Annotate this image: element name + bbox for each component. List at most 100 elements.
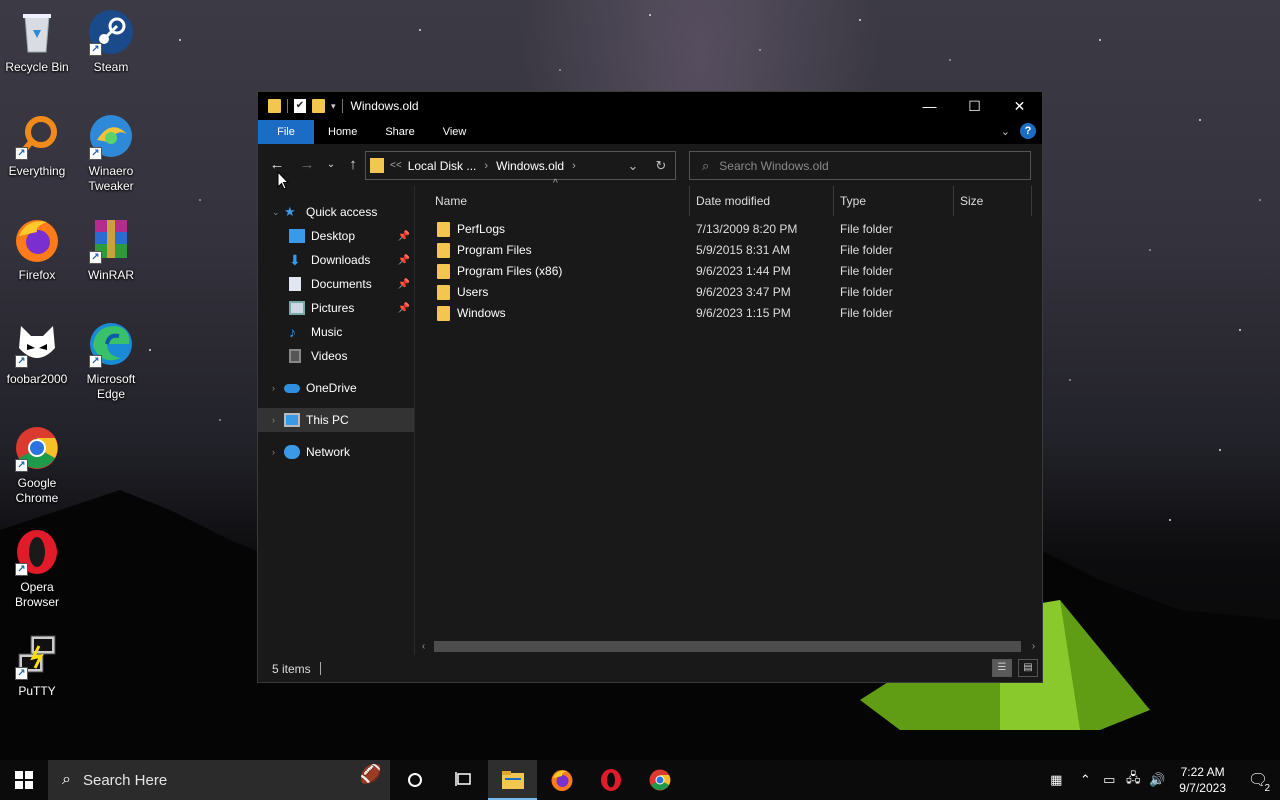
- scroll-right-icon[interactable]: ›: [1025, 641, 1042, 652]
- tab-share[interactable]: Share: [371, 120, 428, 144]
- column-name[interactable]: Name: [429, 186, 690, 216]
- scroll-left-icon[interactable]: ‹: [415, 641, 432, 652]
- recent-locations-dropdown[interactable]: ⌄: [320, 154, 342, 176]
- system-tray: ▦ ⌃ ▭ 🖧 🔊 7:22 AM 9/7/2023 🗨 2: [1039, 760, 1280, 800]
- taskbar-search-box[interactable]: ⌕ 🏈: [48, 760, 390, 800]
- file-row[interactable]: Program Files (x86) 9/6/2023 1:44 PM Fil…: [415, 261, 1042, 282]
- start-button[interactable]: [0, 760, 48, 800]
- tab-view[interactable]: View: [429, 120, 481, 144]
- forward-button[interactable]: →: [296, 154, 318, 176]
- nav-onedrive[interactable]: › OneDrive: [258, 376, 414, 400]
- tab-home[interactable]: Home: [314, 120, 371, 144]
- desktop-icon-edge[interactable]: ↗ Microsoft Edge: [74, 320, 148, 402]
- file-row[interactable]: Users 9/6/2023 3:47 PM File folder: [415, 282, 1042, 303]
- nav-network[interactable]: › Network: [258, 440, 414, 464]
- nav-music[interactable]: ♪ Music: [258, 320, 414, 344]
- scrollbar-thumb[interactable]: [434, 641, 1021, 652]
- file-list-pane: ^ Name Date modified Type Size PerfLogs …: [415, 178, 1042, 655]
- chrome-icon: ↗: [13, 424, 61, 472]
- nav-downloads[interactable]: ⬇ Downloads 📌: [258, 248, 414, 272]
- power-battery-icon[interactable]: ▭: [1097, 772, 1121, 788]
- file-explorer-window: ✔ ▾ Windows.old — ☐ ✕ File Home Share Vi…: [257, 91, 1043, 683]
- desktop-icon-label: Recycle Bin: [5, 60, 69, 74]
- desktop-icon-putty[interactable]: ↗ PuTTY: [0, 632, 74, 699]
- customize-toolbar-dropdown-icon[interactable]: ▾: [331, 101, 336, 112]
- desktop-icon-label: WinRAR: [87, 268, 134, 282]
- maximize-button[interactable]: ☐: [952, 92, 997, 120]
- taskbar-opera[interactable]: [586, 760, 635, 800]
- expanded-caret-icon[interactable]: ⌄: [272, 207, 284, 218]
- nav-pictures[interactable]: Pictures 📌: [258, 296, 414, 320]
- taskbar: ⌕ 🏈 ▦ ⌃ ▭ 🖧 🔊 7:22 AM 9/7/2023 🗨 2: [0, 760, 1280, 800]
- file-name-cell: PerfLogs: [437, 219, 505, 240]
- column-type[interactable]: Type: [834, 186, 954, 216]
- desktop-icon-foobar2000[interactable]: ↗ foobar2000: [0, 320, 74, 387]
- desktop-icon-recycle-bin[interactable]: Recycle Bin: [0, 8, 74, 75]
- nav-desktop[interactable]: Desktop 📌: [258, 224, 414, 248]
- taskbar-firefox[interactable]: [537, 760, 586, 800]
- taskbar-chrome[interactable]: [635, 760, 684, 800]
- news-widget-icon[interactable]: ▦: [1039, 772, 1073, 788]
- new-folder-icon[interactable]: [312, 99, 325, 113]
- column-size[interactable]: Size: [954, 186, 1032, 216]
- clock[interactable]: 7:22 AM 9/7/2023: [1169, 764, 1236, 796]
- search-input[interactable]: [719, 158, 1000, 173]
- task-view-button[interactable]: [439, 760, 488, 800]
- desktop-icon-label: foobar2000: [6, 372, 68, 386]
- address-bar[interactable]: << Local Disk ... › Windows.old › ⌄ ↻: [365, 151, 676, 180]
- taskbar-search-input[interactable]: [82, 771, 283, 789]
- nav-this-pc[interactable]: › This PC: [258, 408, 414, 432]
- breadcrumb-chevron-icon[interactable]: ›: [484, 160, 488, 172]
- shortcut-arrow-icon: ↗: [15, 459, 28, 472]
- tab-file[interactable]: File: [258, 120, 314, 144]
- nav-documents[interactable]: Documents 📌: [258, 272, 414, 296]
- title-bar[interactable]: ✔ ▾ Windows.old — ☐ ✕: [258, 92, 1042, 120]
- column-date-modified[interactable]: Date modified: [690, 186, 834, 216]
- desktop-icon-chrome[interactable]: ↗ Google Chrome: [0, 424, 74, 506]
- horizontal-scrollbar[interactable]: ‹ ›: [415, 638, 1042, 655]
- collapsed-caret-icon[interactable]: ›: [272, 383, 284, 393]
- properties-icon[interactable]: ✔: [294, 99, 306, 113]
- divider: [319, 662, 321, 675]
- nav-label: This PC: [306, 413, 349, 427]
- search-highlight-icon[interactable]: 🏈: [360, 764, 382, 785]
- taskbar-file-explorer[interactable]: [488, 760, 537, 800]
- nav-label: Network: [306, 445, 351, 459]
- file-row[interactable]: PerfLogs 7/13/2009 8:20 PM File folder: [415, 219, 1042, 240]
- up-button[interactable]: ↑: [342, 154, 364, 176]
- network-wired-icon[interactable]: 🖧: [1121, 769, 1145, 791]
- show-hidden-icons-chevron-icon[interactable]: ⌃: [1073, 772, 1097, 788]
- collapsed-caret-icon[interactable]: ›: [272, 447, 284, 457]
- breadcrumb-overflow[interactable]: <<: [390, 160, 402, 171]
- help-icon[interactable]: ?: [1020, 123, 1036, 139]
- desktop-icon-opera[interactable]: ↗ Opera Browser: [0, 528, 74, 610]
- breadcrumb-local-disk[interactable]: Local Disk ...: [408, 159, 477, 173]
- file-row[interactable]: Program Files 5/9/2015 8:31 AM File fold…: [415, 240, 1042, 261]
- cortana-button[interactable]: [390, 760, 439, 800]
- nav-videos[interactable]: Videos: [258, 344, 414, 368]
- notification-center-button[interactable]: 🗨 2: [1236, 770, 1280, 794]
- large-icons-view-icon[interactable]: ▤: [1018, 659, 1038, 677]
- address-dropdown-icon[interactable]: ⌄: [619, 158, 647, 174]
- expand-ribbon-chevron-icon[interactable]: ⌄: [1001, 125, 1010, 138]
- collapsed-caret-icon[interactable]: ›: [272, 415, 284, 425]
- desktop-icon-everything[interactable]: ↗ Everything: [0, 112, 74, 179]
- search-box[interactable]: ⌕: [689, 151, 1031, 180]
- breadcrumb-windows-old[interactable]: Windows.old: [496, 159, 564, 173]
- pin-icon: 📌: [397, 278, 410, 290]
- desktop-icon-winaero-tweaker[interactable]: ↗ Winaero Tweaker: [74, 112, 148, 194]
- desktop-icon-winrar[interactable]: ↗ WinRAR: [74, 216, 148, 283]
- minimize-button[interactable]: —: [907, 92, 952, 120]
- nav-quick-access[interactable]: ⌄ ★ Quick access: [258, 200, 414, 224]
- refresh-icon[interactable]: ↻: [647, 158, 675, 174]
- clock-time: 7:22 AM: [1180, 765, 1225, 779]
- file-row[interactable]: Windows 9/6/2023 1:15 PM File folder: [415, 303, 1042, 324]
- volume-icon[interactable]: 🔊: [1145, 772, 1169, 788]
- details-view-icon[interactable]: ☰: [992, 659, 1012, 677]
- desktop-icon-firefox[interactable]: Firefox: [0, 216, 74, 283]
- close-button[interactable]: ✕: [997, 92, 1042, 120]
- desktop-icon-steam[interactable]: ↗ Steam: [74, 8, 148, 75]
- search-icon: ⌕: [702, 157, 710, 173]
- breadcrumb-chevron-icon[interactable]: ›: [572, 160, 576, 172]
- view-toggle: ☰ ▤: [992, 659, 1038, 677]
